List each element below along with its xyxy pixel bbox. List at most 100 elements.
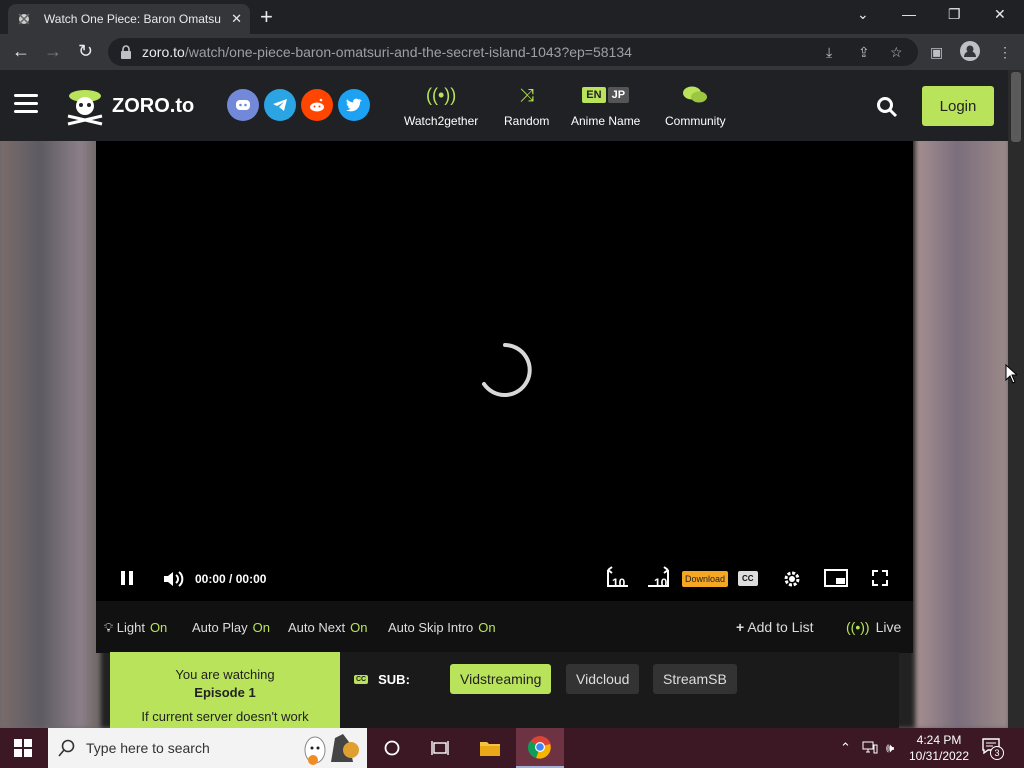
telegram-icon[interactable]	[264, 89, 296, 121]
rewind-10-icon[interactable]: 10	[604, 566, 630, 593]
nav-watch2gether[interactable]: ((•)) Watch2gether	[404, 84, 479, 129]
nav-watch2gether-label: Watch2gether	[404, 114, 479, 128]
server-vidstreaming[interactable]: Vidstreaming	[450, 664, 552, 694]
page-scrollbar[interactable]	[1008, 70, 1024, 728]
cc-badge-icon: CC	[354, 675, 369, 684]
logo-text: ZORO.to	[112, 94, 195, 117]
volume-icon[interactable]: 🕪︎	[886, 740, 894, 756]
twitter-icon[interactable]	[338, 89, 370, 121]
reddit-icon[interactable]	[301, 89, 333, 121]
toggle-autoplay-label: Auto Play	[192, 620, 248, 635]
volume-icon[interactable]	[162, 570, 184, 591]
back-arrow-icon[interactable]: ←	[12, 41, 30, 62]
forward-arrow-icon[interactable]: →	[44, 41, 62, 62]
duration: 00:00	[235, 572, 267, 586]
minimize-icon[interactable]: —	[902, 6, 916, 22]
tab-title: Watch One Piece: Baron Omatsuri	[43, 12, 222, 26]
taskbar-clock[interactable]: 4:24 PM 10/31/2022	[906, 732, 972, 764]
menu-hamburger-icon[interactable]	[14, 94, 38, 114]
toggle-autoplay[interactable]: Auto Play On	[192, 620, 270, 635]
live-broadcast-icon: ((•))	[846, 619, 870, 635]
login-button[interactable]: Login	[922, 86, 994, 126]
bookmark-star-icon[interactable]: ☆	[890, 44, 903, 61]
profile-avatar-icon[interactable]	[960, 41, 980, 64]
clock-time: 4:24 PM	[916, 733, 962, 747]
site-header: ZORO.to ((•)) Watch2gether ⤨ Random EN J…	[0, 70, 1008, 141]
new-tab-button[interactable]: +	[260, 6, 273, 28]
toggle-autoskip[interactable]: Auto Skip Intro On	[388, 620, 496, 635]
install-app-icon[interactable]: ⤓	[826, 44, 832, 61]
toggle-light[interactable]: 💡︎ Light On	[104, 620, 167, 636]
pause-icon[interactable]	[120, 570, 134, 589]
forward-10-icon[interactable]: 10	[646, 566, 672, 593]
search-icon[interactable]	[876, 96, 898, 118]
cc-button[interactable]: CC	[738, 571, 758, 586]
watching-info: You are watching Episode 1 If current se…	[110, 652, 340, 728]
address-bar[interactable]: zoro.to/watch/one-piece-baron-omatsuri-a…	[108, 38, 918, 66]
cortana-icon[interactable]	[368, 728, 416, 768]
scrollbar-thumb[interactable]	[1011, 72, 1021, 142]
nav-community[interactable]: Community	[665, 84, 726, 128]
browser-toolbar: ← → ↻ zoro.to/watch/one-piece-baron-omat…	[0, 34, 1024, 70]
toggle-autonext[interactable]: Auto Next On	[288, 620, 367, 635]
nav-anime-name[interactable]: EN JP Anime Name	[571, 84, 640, 128]
add-to-list-button[interactable]: + Add to List	[736, 619, 813, 635]
nav-anime-name-label: Anime Name	[571, 114, 641, 128]
network-icon[interactable]	[862, 740, 878, 757]
video-player[interactable]	[96, 141, 913, 622]
toggle-autonext-state: On	[350, 620, 368, 635]
site-logo[interactable]: ZORO.to	[64, 86, 194, 126]
halloween-doodle-icon	[304, 734, 359, 765]
pip-icon[interactable]	[824, 569, 848, 590]
file-explorer-icon[interactable]	[466, 728, 514, 768]
toggle-autoskip-state: On	[478, 620, 496, 635]
loading-spinner-icon	[482, 343, 532, 397]
show-hidden-icons-chevron[interactable]: ⌃	[840, 740, 851, 756]
watching-line1: You are watching	[175, 667, 275, 682]
nav-random[interactable]: ⤨ Random	[504, 84, 549, 129]
server-vidcloud[interactable]: Vidcloud	[566, 664, 640, 694]
notification-center-icon[interactable]: 3	[982, 738, 1004, 760]
bulb-icon: 💡︎	[104, 620, 114, 635]
sub-label: CC SUB:	[354, 672, 410, 687]
live-label: Live	[875, 619, 902, 635]
restore-icon[interactable]: ❐	[948, 6, 961, 23]
discord-icon[interactable]	[227, 89, 259, 121]
download-button[interactable]: Download	[682, 571, 729, 587]
tab-close-icon[interactable]: ✕	[231, 11, 242, 27]
live-button[interactable]: ((•)) Live	[846, 619, 901, 635]
browser-tab[interactable]: Watch One Piece: Baron Omatsuri ✕	[8, 4, 250, 34]
website-viewport: ZORO.to ((•)) Watch2gether ⤨ Random EN J…	[0, 70, 1008, 728]
task-view-icon[interactable]	[416, 728, 464, 768]
player-controls: 00:00 / 00:00 10 10 Download CC	[96, 560, 913, 600]
svg-text:10: 10	[612, 576, 626, 590]
windows-taskbar: Type here to search ⌃ 🕪︎ 4:24 PM 10/31/2…	[0, 728, 1024, 768]
side-panel-icon[interactable]: ▣	[930, 44, 943, 61]
chat-bubbles-icon	[682, 84, 708, 106]
toggle-autoplay-state: On	[252, 620, 270, 635]
settings-gear-icon[interactable]	[782, 569, 802, 592]
mouse-cursor-icon	[1005, 364, 1017, 384]
chrome-taskbar-icon[interactable]	[516, 728, 564, 768]
toggle-light-state: On	[149, 620, 168, 635]
broadcast-icon: ((•))	[425, 84, 457, 105]
time-separator: /	[229, 572, 233, 586]
lang-en[interactable]: EN	[582, 87, 606, 103]
language-toggle[interactable]: EN JP	[582, 84, 630, 106]
lang-jp[interactable]: JP	[607, 87, 630, 103]
tab-search-chevron-icon[interactable]: ⌄	[857, 6, 869, 23]
clock-date: 10/31/2022	[908, 749, 970, 763]
windows-start-icon[interactable]	[14, 739, 32, 757]
server-streamsb[interactable]: StreamSB	[653, 664, 737, 694]
close-window-icon[interactable]: ✕	[994, 6, 1006, 23]
time-display: 00:00 / 00:00	[195, 572, 266, 586]
fullscreen-icon[interactable]	[872, 570, 888, 589]
reload-icon[interactable]: ↻	[78, 41, 93, 62]
chrome-menu-icon[interactable]: ⋮	[998, 44, 1012, 61]
zoro-favicon-icon	[16, 11, 32, 27]
tab-strip: Watch One Piece: Baron Omatsuri ✕ + ⌄ — …	[0, 0, 1024, 34]
taskbar-search-box[interactable]: Type here to search	[48, 728, 367, 768]
share-icon[interactable]: ⇪	[858, 44, 870, 61]
lock-icon	[121, 45, 131, 59]
player-toggles-bar: 💡︎ Light On Auto Play On Auto Next On Auto …	[96, 601, 913, 653]
